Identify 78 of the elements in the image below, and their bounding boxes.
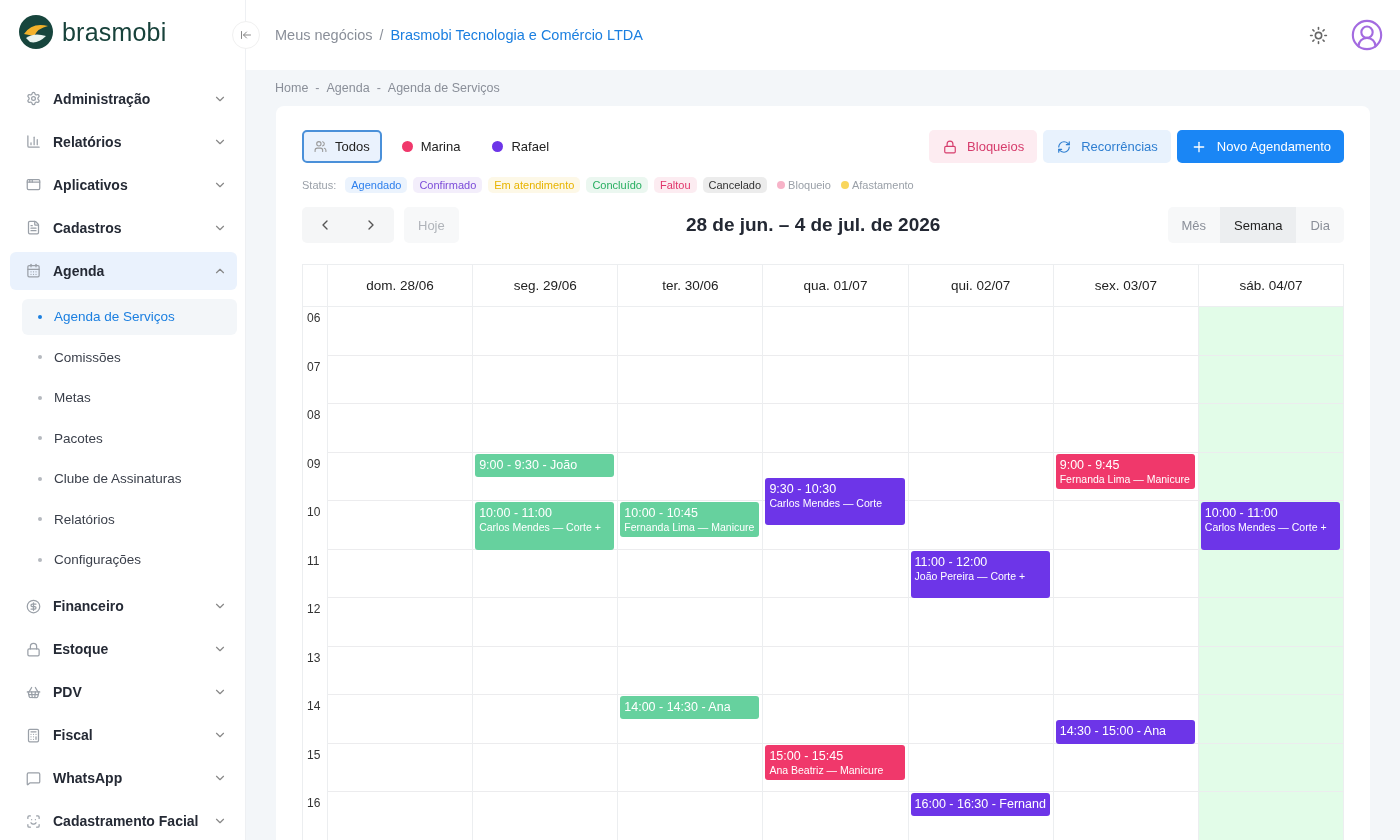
status-label: Status: xyxy=(302,179,337,191)
action-button[interactable]: Recorrências xyxy=(1043,130,1171,163)
sidebar-item[interactable]: Aplicativos xyxy=(10,165,237,204)
hour-label: 15 xyxy=(306,746,322,764)
appointment-event[interactable]: 16:00 - 16:30 - Fernand xyxy=(910,793,1050,817)
people-icon xyxy=(314,140,327,153)
status-chip: Concluído xyxy=(586,177,648,193)
view-tab[interactable]: Semana xyxy=(1220,207,1297,243)
hour-label: 06 xyxy=(306,310,322,327)
sidebar-item[interactable]: Cadastros xyxy=(10,208,237,247)
hour-label: 14 xyxy=(306,698,322,715)
document-icon xyxy=(26,220,41,235)
sidebar-subitem[interactable]: Comissões xyxy=(22,339,237,376)
hour-label: 10 xyxy=(306,504,322,521)
sidebar-item[interactable]: Relatórios xyxy=(10,122,237,161)
date-range-title: 28 de jun. – 4 de jul. de 2026 xyxy=(684,214,942,236)
dollar-icon xyxy=(26,598,41,614)
breadcrumb-separator: / xyxy=(379,27,384,43)
status-chip: Cancelado xyxy=(702,177,768,193)
breadcrumb-separator: - xyxy=(376,81,381,95)
appointment-event[interactable]: 9:30 - 10:30 Carlos Mendes — Corte xyxy=(765,477,905,526)
sidebar-item[interactable]: Cadastramento Facial xyxy=(10,802,237,840)
basket-icon xyxy=(26,684,41,700)
sidebar-subitem[interactable]: Configurações xyxy=(22,541,237,578)
appointment-event[interactable]: 10:00 - 11:00 Carlos Mendes — Corte + xyxy=(1200,502,1340,550)
legend-label: Afastamento xyxy=(851,179,914,191)
calculator-icon xyxy=(26,727,41,743)
theme-toggle-icon[interactable] xyxy=(1309,25,1328,45)
sidebar-subitem[interactable]: Clube de Assinaturas xyxy=(22,460,237,497)
status-chip: Confirmado xyxy=(413,177,483,193)
gear-icon xyxy=(26,91,41,106)
breadcrumb-separator: - xyxy=(315,81,320,95)
face-scan-icon xyxy=(26,813,41,829)
bar-chart-icon xyxy=(26,134,41,149)
hour-label: 09 xyxy=(306,455,322,473)
window-icon xyxy=(26,177,41,192)
message-icon xyxy=(26,770,41,786)
appointment-event[interactable]: 9:00 - 9:45 Fernanda Lima — Manicure xyxy=(1055,453,1195,489)
hour-label: 08 xyxy=(306,407,322,424)
hour-label: 16 xyxy=(306,795,322,812)
calendar-icon xyxy=(26,263,41,278)
sidebar-item[interactable]: Estoque xyxy=(10,630,237,668)
sidebar-subitem[interactable]: Agenda de Serviços xyxy=(22,298,237,335)
sidebar-subitem[interactable]: Metas xyxy=(22,379,237,416)
appointment-event[interactable]: 14:30 - 15:00 - Ana xyxy=(1055,720,1195,744)
refresh-icon xyxy=(1057,139,1072,154)
logo-icon xyxy=(18,14,54,51)
breadcrumb-link[interactable]: Meus negócios xyxy=(275,27,373,43)
action-button[interactable]: Bloqueios xyxy=(929,130,1038,163)
sidebar-subitem[interactable]: Pacotes xyxy=(22,420,237,457)
sidebar-item[interactable]: Administração xyxy=(10,79,237,118)
status-chip: Agendado xyxy=(345,177,408,193)
status-chip: Faltou xyxy=(653,177,697,193)
appointment-event[interactable]: 11:00 - 12:00 João Pereira — Corte + xyxy=(910,550,1050,598)
hour-label: 13 xyxy=(306,649,322,667)
lock-icon xyxy=(26,641,41,657)
arrow-left-icon xyxy=(240,29,252,41)
status-chip: Em atendimento xyxy=(488,177,581,193)
sidebar-item[interactable]: PDV xyxy=(10,673,237,711)
lock-icon xyxy=(943,139,958,154)
sidebar-subitem[interactable]: Relatórios xyxy=(22,501,237,538)
breadcrumb-link[interactable]: Brasmobi Tecnologia e Comércio LTDA xyxy=(390,27,643,43)
view-tab[interactable]: Mês xyxy=(1167,207,1221,243)
brand-name: brasmobi xyxy=(62,17,167,47)
hour-label: 07 xyxy=(306,358,322,376)
appointment-event[interactable]: 15:00 - 15:45 Ana Beatriz — Manicure xyxy=(765,744,905,780)
action-button[interactable]: Novo Agendamento xyxy=(1176,130,1344,163)
hour-label: 11 xyxy=(306,552,321,570)
legend-label: Bloqueio xyxy=(788,179,831,191)
sidebar-item[interactable]: Fiscal xyxy=(10,716,237,754)
professional-filter[interactable]: Todos xyxy=(302,130,382,163)
professional-filter[interactable]: Marina xyxy=(389,130,473,163)
sidebar-item[interactable]: WhatsApp xyxy=(10,759,237,797)
professional-filter[interactable]: Rafael xyxy=(480,130,562,163)
user-avatar-icon[interactable] xyxy=(1350,18,1384,52)
sidebar-item[interactable]: Agenda xyxy=(10,251,237,290)
sidebar-item[interactable]: Financeiro xyxy=(10,587,237,625)
hour-label: 12 xyxy=(306,601,322,618)
